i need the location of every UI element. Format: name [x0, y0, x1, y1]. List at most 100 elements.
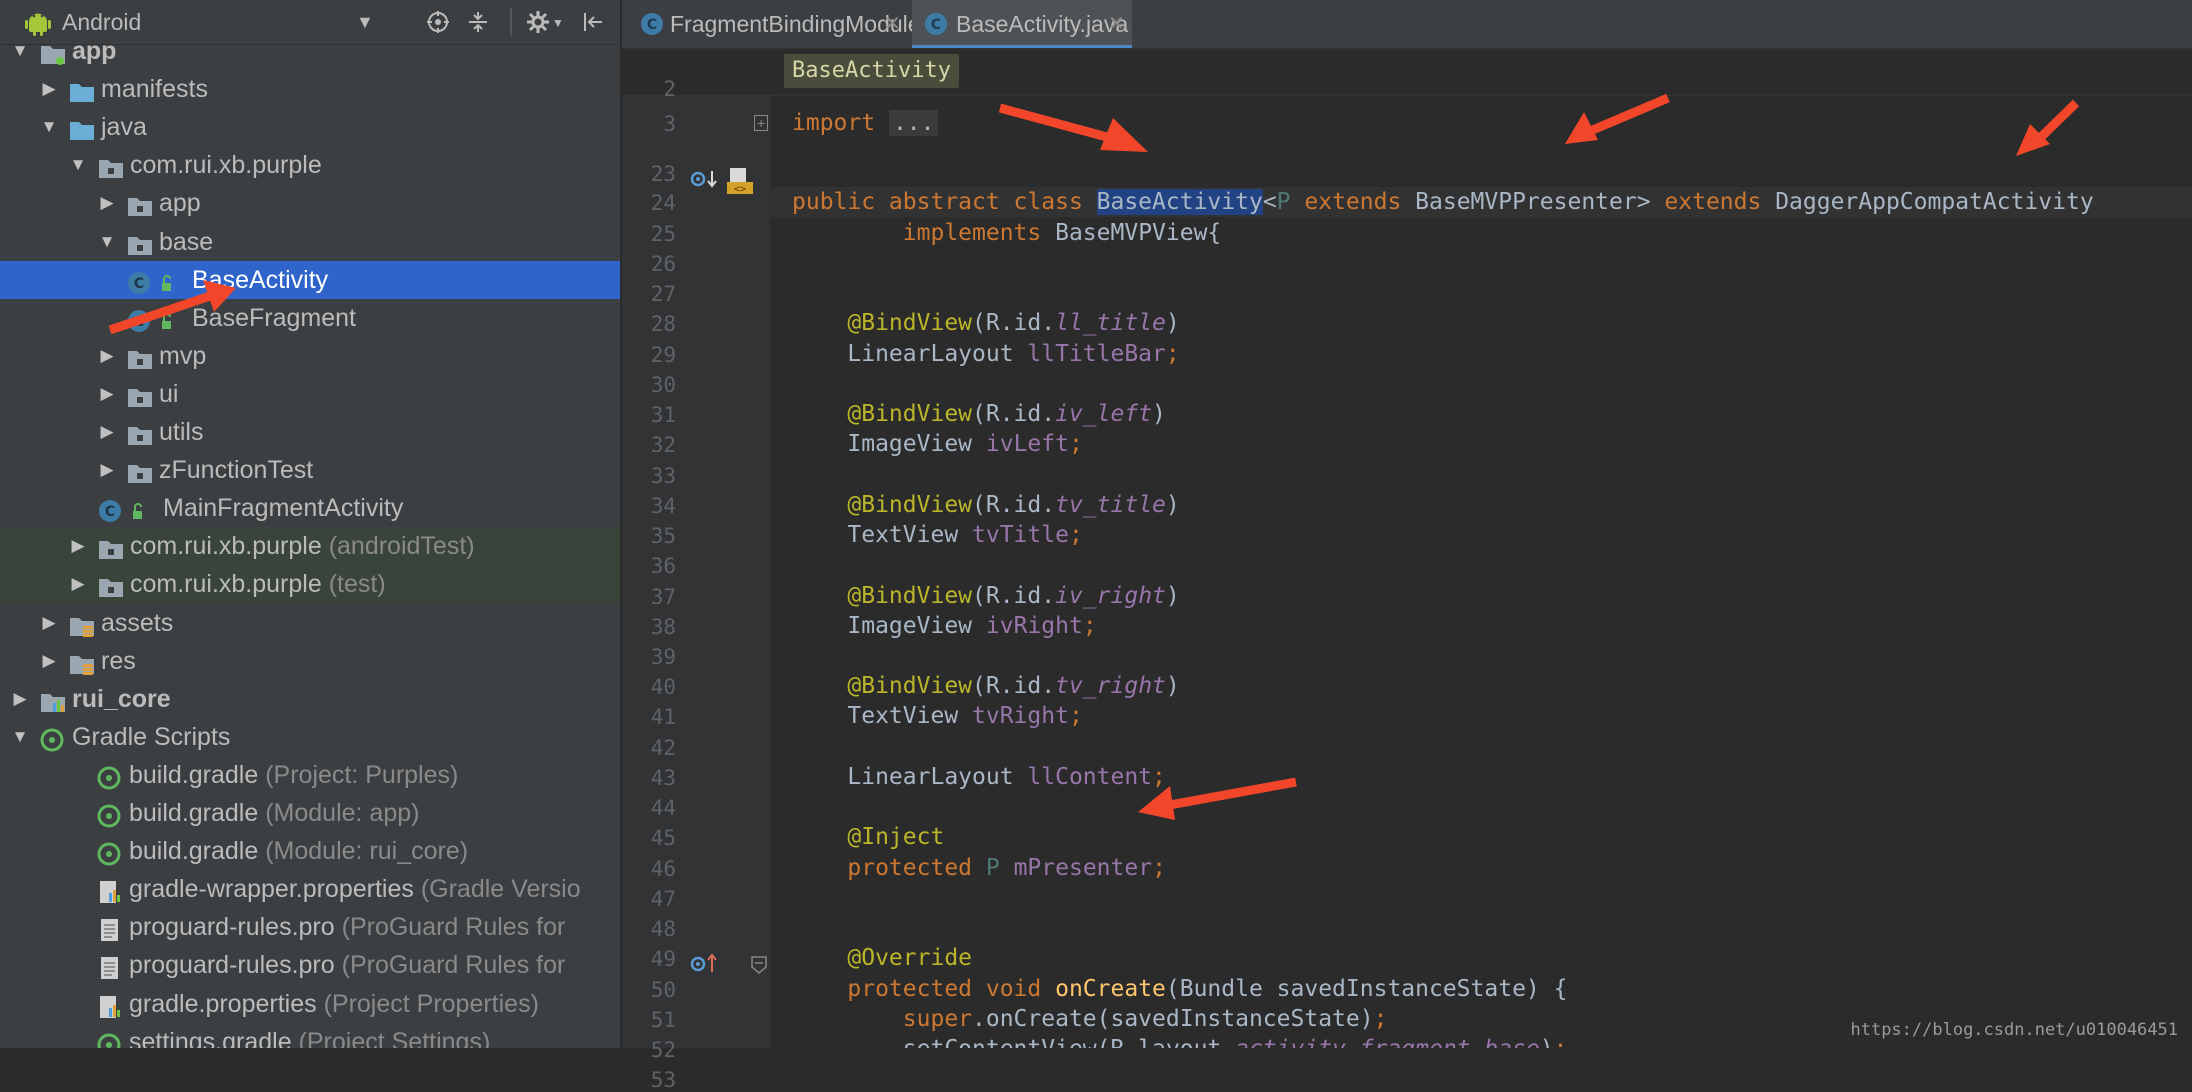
code-token: mPresenter — [1013, 855, 1153, 881]
chevron-right-icon[interactable]: ▶ — [95, 375, 119, 413]
chevron-right-icon[interactable]: ▶ — [8, 680, 32, 718]
code-token: TextView — [792, 522, 973, 548]
line-number: 49 — [650, 947, 676, 971]
line-number: 43 — [650, 766, 676, 790]
code-line[interactable]: ImageView ivRight; — [792, 611, 1097, 641]
layout-file-icon[interactable]: <> — [726, 167, 756, 195]
tree-item-label: com.rui.xb.purple (androidTest) — [130, 527, 475, 565]
chevron-right-icon[interactable]: ▶ — [95, 337, 119, 375]
tree-item-build-gradle[interactable]: build.gradle (Module: rui_core) — [0, 832, 620, 870]
code-line[interactable]: LinearLayout llTitleBar; — [792, 339, 1179, 369]
tree-item-settings-gradle[interactable]: settings.gradle (Project Settings) — [0, 1023, 620, 1048]
breadcrumb[interactable]: BaseActivity — [784, 54, 959, 88]
tree-item-proguard-rules-pro[interactable]: proguard-rules.pro (ProGuard Rules for — [0, 946, 620, 984]
line-number: 45 — [650, 826, 676, 850]
code-token: activity_fragment_base — [1235, 1036, 1540, 1048]
chevron-down-icon[interactable]: ▼ — [552, 16, 564, 30]
svg-text:<>: <> — [734, 184, 746, 195]
code-line[interactable]: @Override — [792, 943, 972, 973]
chevron-down-icon[interactable]: ▼ — [356, 12, 374, 33]
chevron-right-icon[interactable]: ▶ — [95, 451, 119, 489]
code-token: tv_title — [1055, 492, 1166, 518]
tab-base-activity[interactable]: C BaseActivity.java ✕ — [912, 0, 1132, 48]
chevron-down-icon[interactable]: ▼ — [8, 32, 32, 70]
tree-item-assets[interactable]: ▶ assets — [0, 604, 620, 642]
fold-expand-icon[interactable]: + — [754, 115, 769, 131]
code-token: ; — [1082, 613, 1097, 639]
code-line[interactable]: protected P mPresenter; — [792, 853, 1166, 883]
tree-item-proguard-rules-pro[interactable]: proguard-rules.pro (ProGuard Rules for — [0, 908, 620, 946]
tree-item-zfunctiontest[interactable]: ▶ zFunctionTest — [0, 451, 620, 489]
tree-item-rui-core[interactable]: ▶ rui_core — [0, 680, 620, 718]
code-line[interactable]: import ... — [792, 108, 939, 138]
tree-item-gradle-scripts[interactable]: ▼ Gradle Scripts — [0, 718, 620, 756]
tree-item-gradle-wrapper-properties[interactable]: gradle-wrapper.properties (Gradle Versio — [0, 870, 620, 908]
gradle-icon — [97, 763, 123, 790]
chevron-down-icon[interactable]: ▼ — [8, 718, 32, 756]
fold-collapse-icon[interactable] — [750, 955, 768, 975]
chevron-right-icon[interactable]: ▶ — [37, 70, 61, 108]
code-line[interactable]: @BindView(R.id.ll_title) — [792, 308, 1179, 338]
tree-item-app[interactable]: ▼ app — [0, 32, 620, 70]
tree-item-build-gradle[interactable]: build.gradle (Project: Purples) — [0, 756, 620, 794]
code-token: ivRight — [985, 613, 1083, 639]
close-icon[interactable]: ✕ — [884, 0, 901, 48]
overrides-marker-icon[interactable] — [690, 952, 718, 976]
code-token: ; — [1068, 431, 1083, 457]
tree-item-app[interactable]: ▶ app — [0, 184, 620, 222]
code-line[interactable]: @BindView(R.id.tv_right) — [792, 671, 1179, 701]
tree-item-base[interactable]: ▼ base — [0, 223, 620, 261]
tree-item-manifests[interactable]: ▶ manifests — [0, 70, 620, 108]
tree-item-res[interactable]: ▶ res — [0, 642, 620, 680]
code-line[interactable]: @Inject — [792, 822, 944, 852]
chevron-right-icon[interactable]: ▶ — [37, 604, 61, 642]
tree-item-build-gradle[interactable]: build.gradle (Module: app) — [0, 794, 620, 832]
code-line[interactable]: setContentView(R.layout.activity_fragmen… — [792, 1034, 1568, 1048]
code-line[interactable]: @BindView(R.id.tv_title) — [792, 490, 1179, 520]
code-line[interactable]: protected void onCreate(Bundle savedInst… — [792, 974, 1567, 1004]
code-line[interactable]: super.onCreate(savedInstanceState); — [792, 1004, 1388, 1034]
chevron-right-icon[interactable]: ▶ — [66, 565, 90, 603]
chevron-right-icon[interactable]: ▶ — [66, 527, 90, 565]
tree-item-java[interactable]: ▼ java — [0, 108, 620, 146]
tree-item-com-rui-xb-purple[interactable]: ▼ com.rui.xb.purple — [0, 146, 620, 184]
tab-fragment-binding-module[interactable]: C FragmentBindingModule.java ✕ — [634, 0, 969, 48]
tree-item-ui[interactable]: ▶ ui — [0, 375, 620, 413]
tree-item-label: rui_core — [72, 684, 171, 713]
tree-item-baseactivity[interactable]: C BaseActivity — [0, 260, 620, 299]
code-line[interactable]: implements BaseMVPView{ — [792, 218, 1222, 248]
tree-item-basefragment[interactable]: C BaseFragment — [0, 299, 620, 337]
tree-item-suffix: (test) — [321, 570, 386, 599]
chevron-right-icon[interactable]: ▶ — [37, 642, 61, 680]
code-token: tvTitle — [972, 522, 1069, 548]
chevron-right-icon[interactable]: ▶ — [95, 413, 119, 451]
chevron-right-icon[interactable]: ▶ — [95, 184, 119, 222]
code-token: BaseMVPPresenter> — [1415, 189, 1665, 215]
code-line[interactable]: TextView tvRight; — [792, 701, 1082, 731]
tree-item-label: build.gradle (Module: app) — [129, 794, 419, 832]
code-token: @Override — [792, 945, 973, 971]
code-line[interactable]: @BindView(R.id.iv_right) — [792, 581, 1179, 611]
tree-item-com-rui-xb-purple[interactable]: ▶ com.rui.xb.purple (test) — [0, 565, 620, 604]
line-number: 47 — [650, 887, 676, 911]
tree-item-gradle-properties[interactable]: gradle.properties (Project Properties) — [0, 985, 620, 1023]
tree-item-utils[interactable]: ▶ utils — [0, 413, 620, 451]
tree-item-name: com.rui.xb.purple — [130, 570, 322, 599]
code-content[interactable]: import ... public abstract class BaseActi… — [770, 95, 2192, 1048]
tree-item-com-rui-xb-purple[interactable]: ▶ com.rui.xb.purple (androidTest) — [0, 527, 620, 566]
line-number: 28 — [650, 312, 676, 336]
tree-item-label: gradle.properties (Project Properties) — [129, 985, 539, 1023]
code-line[interactable]: LinearLayout llContent; — [792, 762, 1166, 792]
chevron-down-icon[interactable]: ▼ — [95, 223, 119, 261]
tree-item-mvp[interactable]: ▶ mvp — [0, 337, 620, 375]
chevron-down-icon[interactable]: ▼ — [37, 108, 61, 146]
close-icon[interactable]: ✕ — [1108, 0, 1125, 48]
chevron-down-icon[interactable]: ▼ — [66, 146, 90, 184]
code-line[interactable]: TextView tvTitle; — [792, 520, 1082, 550]
svg-text:C: C — [105, 504, 115, 520]
tree-item-mainfragmentactivity[interactable]: C MainFragmentActivity — [0, 489, 620, 527]
code-line[interactable]: ImageView ivLeft; — [792, 429, 1083, 459]
implemented-marker-icon[interactable] — [690, 169, 718, 193]
code-line[interactable]: @BindView(R.id.iv_left) — [792, 399, 1166, 429]
code-line[interactable]: public abstract class BaseActivity<P ext… — [770, 187, 2192, 217]
